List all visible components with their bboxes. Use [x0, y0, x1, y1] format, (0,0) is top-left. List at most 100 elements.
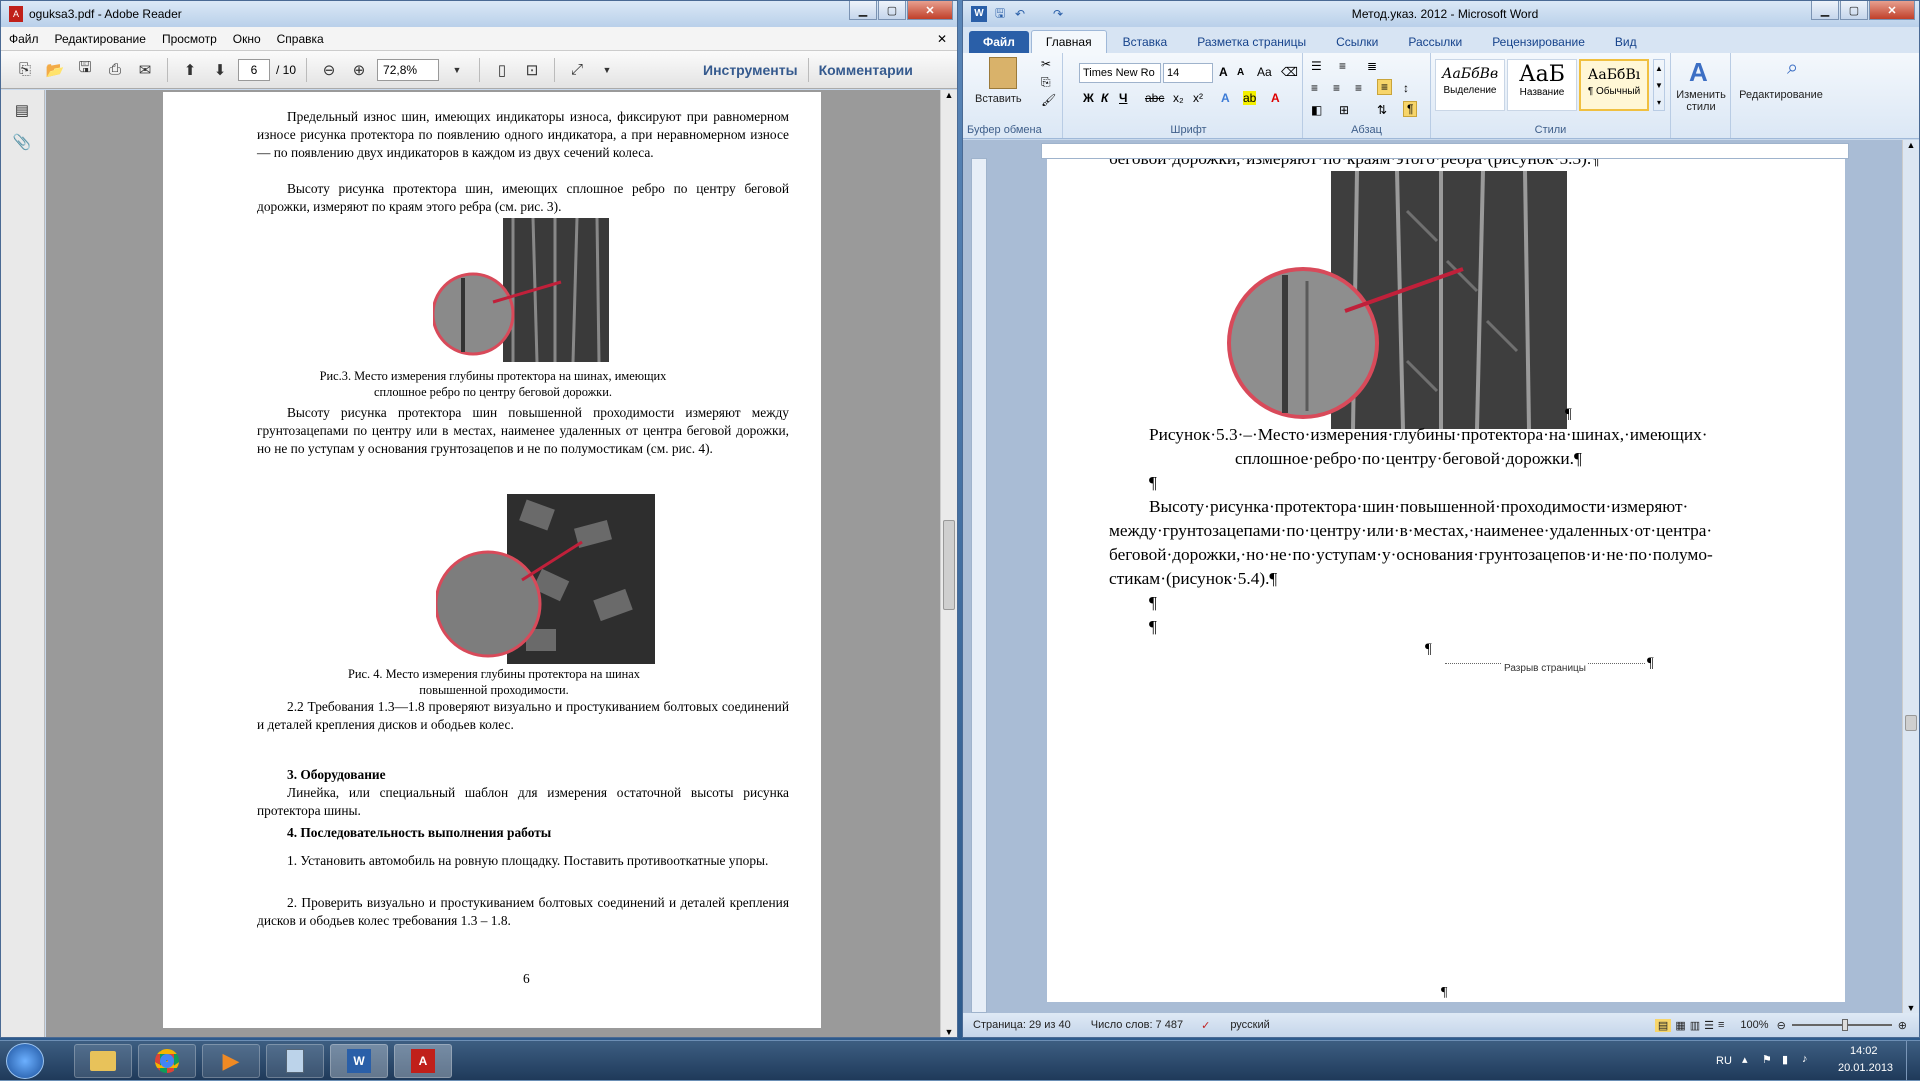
line-spacing-icon[interactable]: ↕: [1403, 81, 1409, 95]
tab-view[interactable]: Вид: [1601, 31, 1651, 53]
tab-home[interactable]: Главная: [1030, 30, 1107, 53]
minimize-button[interactable]: ▁: [849, 1, 877, 20]
page-number-input[interactable]: 6: [238, 58, 270, 81]
change-case-icon[interactable]: Aa: [1257, 65, 1272, 79]
word-title-bar[interactable]: W 🖫 ↶ ↷ Метод.указ. 2012 - Microsoft Wor…: [963, 1, 1919, 27]
comments-button[interactable]: Комментарии: [819, 62, 913, 78]
shrink-font-icon[interactable]: A: [1237, 67, 1244, 78]
show-marks-icon[interactable]: ¶: [1403, 101, 1418, 117]
zoom-out-icon[interactable]: ⊖: [317, 58, 341, 82]
word-close-button[interactable]: ✕: [1869, 1, 1915, 20]
paste-button[interactable]: Вставить: [975, 93, 1022, 105]
subscript-icon[interactable]: x₂: [1173, 91, 1184, 105]
clear-format-icon[interactable]: ⌫: [1281, 65, 1298, 79]
style-title[interactable]: АаБ Название: [1507, 59, 1577, 111]
tab-insert[interactable]: Вставка: [1109, 31, 1182, 53]
editing-button[interactable]: Редактирование: [1731, 89, 1831, 101]
status-language[interactable]: русский: [1230, 1019, 1269, 1031]
tray-time[interactable]: 14:02: [1850, 1045, 1878, 1057]
quick-redo-icon[interactable]: ↷: [1053, 7, 1063, 21]
cut-icon[interactable]: ✂: [1041, 57, 1051, 71]
word-vertical-scrollbar[interactable]: ▲ ▼: [1902, 140, 1919, 1013]
style-emphasis[interactable]: АаБбВв Выделение: [1435, 59, 1505, 111]
pdf-vertical-scrollbar[interactable]: ▲ ▼: [940, 90, 957, 1037]
start-button[interactable]: [6, 1043, 44, 1079]
zoom-slider[interactable]: [1791, 1019, 1892, 1031]
spellcheck-icon[interactable]: ✓: [1201, 1019, 1210, 1032]
tab-review[interactable]: Рецензирование: [1478, 31, 1599, 53]
align-center-icon[interactable]: ≡: [1333, 81, 1340, 95]
bold-icon[interactable]: Ж: [1083, 91, 1094, 105]
font-color-icon[interactable]: A: [1271, 91, 1280, 105]
vertical-ruler[interactable]: [971, 158, 987, 1013]
word-scroll-down[interactable]: ▼: [1903, 1003, 1919, 1013]
multilevel-icon[interactable]: ≣: [1367, 59, 1377, 73]
scroll-thumb[interactable]: [943, 520, 955, 610]
maximize-button[interactable]: ▢: [878, 1, 906, 20]
menu-help[interactable]: Справка: [277, 32, 324, 46]
pages-panel-icon[interactable]: ▤: [10, 98, 34, 122]
menu-edit[interactable]: Редактирование: [55, 32, 146, 46]
zoom-dropdown-icon[interactable]: ▼: [445, 58, 469, 82]
tools-button[interactable]: Инструменты: [703, 62, 798, 78]
scroll-down-arrow[interactable]: ▼: [941, 1027, 957, 1037]
create-pdf-icon[interactable]: ⎘: [13, 58, 37, 82]
style-normal[interactable]: АаБбВı ¶ Обычный: [1579, 59, 1649, 111]
font-size-select[interactable]: 14: [1163, 63, 1213, 83]
tray-volume-icon[interactable]: ♪: [1802, 1053, 1808, 1065]
open-icon[interactable]: 📂: [43, 58, 67, 82]
font-name-select[interactable]: Times New Ro: [1079, 63, 1161, 83]
tray-network-icon[interactable]: ▮: [1782, 1053, 1788, 1066]
horizontal-ruler[interactable]: [1041, 143, 1849, 159]
scroll-up-arrow[interactable]: ▲: [941, 90, 957, 100]
zoom-in-icon[interactable]: ⊕: [347, 58, 371, 82]
text-effects-icon[interactable]: A: [1221, 91, 1230, 105]
word-scroll-thumb[interactable]: [1905, 715, 1917, 731]
taskbar-media-player-icon[interactable]: ▶: [202, 1044, 260, 1078]
toolbar-more-icon[interactable]: ▼: [595, 58, 619, 82]
underline-icon[interactable]: Ч: [1119, 91, 1127, 105]
view-outline-icon[interactable]: ☰: [1704, 1019, 1714, 1032]
prev-page-icon[interactable]: ⬆: [178, 58, 202, 82]
strikethrough-icon[interactable]: abc: [1145, 91, 1164, 105]
view-draft-icon[interactable]: ≡: [1718, 1019, 1724, 1031]
status-zoom[interactable]: 100%: [1740, 1019, 1768, 1031]
borders-icon[interactable]: ⊞: [1339, 103, 1349, 117]
tab-file[interactable]: Файл: [969, 31, 1029, 53]
tab-page-layout[interactable]: Разметка страницы: [1183, 31, 1320, 53]
view-web-icon[interactable]: ▥: [1690, 1019, 1700, 1032]
view-print-layout-icon[interactable]: ▤: [1654, 1018, 1672, 1032]
align-right-icon[interactable]: ≡: [1355, 81, 1362, 95]
justify-icon[interactable]: ≡: [1377, 79, 1393, 95]
change-styles-button[interactable]: Изменить стили: [1673, 89, 1729, 113]
quick-undo-icon[interactable]: ↶: [1015, 7, 1025, 21]
email-icon[interactable]: ✉: [133, 58, 157, 82]
attachments-icon[interactable]: 📎: [10, 130, 34, 154]
taskbar-chrome-icon[interactable]: [138, 1044, 196, 1078]
show-desktop-button[interactable]: [1906, 1041, 1920, 1081]
copy-icon[interactable]: ⎘: [1041, 75, 1051, 90]
menu-file[interactable]: Файл: [9, 32, 39, 46]
tab-mailings[interactable]: Рассылки: [1394, 31, 1476, 53]
sort-icon[interactable]: ⇅: [1377, 103, 1387, 117]
change-styles-icon[interactable]: A: [1689, 57, 1708, 88]
word-scroll-up[interactable]: ▲: [1903, 140, 1919, 150]
tray-show-hidden-icon[interactable]: ▴: [1742, 1053, 1748, 1066]
superscript-icon[interactable]: x²: [1193, 91, 1203, 105]
status-words[interactable]: Число слов: 7 487: [1091, 1019, 1183, 1031]
view-fullscreen-icon[interactable]: ▦: [1675, 1019, 1685, 1032]
tray-language[interactable]: RU: [1716, 1055, 1732, 1067]
tab-references[interactable]: Ссылки: [1322, 31, 1392, 53]
menu-view[interactable]: Просмотр: [162, 32, 217, 46]
styles-scroll[interactable]: ▲ ▼ ▾: [1653, 59, 1665, 111]
zoom-slider-thumb[interactable]: [1841, 1019, 1848, 1031]
close-button[interactable]: ✕: [907, 1, 953, 20]
format-painter-icon[interactable]: 🖌: [1041, 93, 1056, 107]
editing-icon[interactable]: ⌕: [1787, 57, 1798, 80]
zoom-select[interactable]: 72,8%: [377, 58, 440, 81]
shading-icon[interactable]: ◧: [1311, 103, 1322, 117]
word-maximize-button[interactable]: ▢: [1840, 1, 1868, 20]
zoom-out-word-icon[interactable]: ⊖: [1777, 1019, 1786, 1032]
highlight-icon[interactable]: ab: [1243, 91, 1257, 105]
numbering-icon[interactable]: ≡: [1339, 59, 1346, 73]
